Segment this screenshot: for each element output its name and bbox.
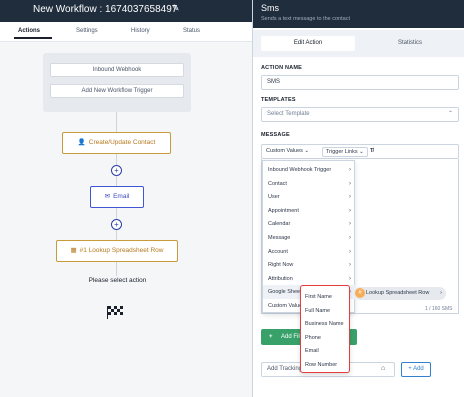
menu-item-label: Right Now — [268, 262, 294, 269]
sheet-field-item[interactable]: Full Name — [301, 304, 349, 318]
add-step-icon[interactable]: + — [111, 219, 122, 230]
char-count: 1 / 160 SMS — [425, 306, 453, 312]
sheet-field-item[interactable]: Email — [301, 344, 349, 358]
custom-values-menu-item[interactable]: Right Now › — [263, 258, 356, 272]
action-node-lookup-row[interactable]: ▦ #1 Lookup Spreadsheet Row — [56, 240, 178, 262]
connector-line — [116, 112, 117, 132]
action-name-input[interactable]: SMS — [261, 75, 459, 90]
chevron-right-icon: › — [349, 207, 351, 214]
lookup-pill-label: Lookup Spreadsheet Row — [366, 290, 430, 296]
chevron-updown-icon: ⌃ — [447, 111, 453, 117]
panel-subtitle: Sends a text message to the contact — [261, 16, 350, 22]
tab-actions[interactable]: Actions — [18, 28, 40, 34]
chevron-right-icon: › — [349, 167, 351, 173]
action-node-create-contact[interactable]: 👤 Create/Update Contact — [62, 132, 171, 154]
custom-values-menu-item[interactable]: User › — [263, 190, 356, 204]
connector-line — [116, 262, 117, 276]
node-label: Email — [113, 193, 130, 200]
chevron-right-icon: › — [440, 290, 442, 296]
workflow-title: New Workflow : 1674037658497 — [33, 4, 178, 15]
menu-item-label: User — [268, 194, 280, 201]
tab-history[interactable]: History — [131, 28, 150, 34]
tab-statistics[interactable]: Statistics — [363, 36, 457, 51]
chevron-right-icon: › — [349, 248, 351, 255]
custom-values-menu-item[interactable]: Attribution › — [263, 272, 356, 286]
template-select-value: Select Template — [267, 111, 310, 117]
workflow-tabs: Actions Settings History Status — [0, 22, 252, 42]
clear-format-icon[interactable]: T̸ — [370, 147, 373, 157]
contact-icon: 👤 — [77, 139, 86, 146]
chevron-right-icon: › — [349, 262, 351, 269]
plus-icon: + — [269, 334, 273, 340]
action-name-label: ACTION NAME — [261, 65, 303, 71]
custom-values-menu-item[interactable]: Inbound Webhook Trigger › — [263, 163, 356, 177]
sheet-field-item[interactable]: Business Name — [301, 317, 349, 331]
add-link-button[interactable]: + Add — [401, 362, 431, 377]
sheet-field-item[interactable]: Row Number — [301, 358, 349, 372]
chevron-right-icon: › — [349, 221, 351, 228]
add-trigger-button[interactable]: Add New Workflow Trigger — [50, 84, 184, 98]
spreadsheet-icon: # — [355, 288, 365, 298]
tab-settings[interactable]: Settings — [76, 28, 98, 34]
panel-title: Sms — [261, 3, 279, 13]
tab-edit-action[interactable]: Edit Action — [261, 36, 355, 51]
message-toolbar: Custom Values ⌄ Trigger Links ⌄ T̸ — [261, 144, 459, 159]
google-sheets-submenu: First Name Full Name Business Name Phone Ema… — [300, 285, 350, 373]
menu-item-label: Google Sheets — [268, 289, 305, 296]
chevron-right-icon: › — [349, 275, 351, 282]
select-action-placeholder[interactable]: Please select action — [80, 277, 155, 284]
spreadsheet-icon: ▦ — [70, 247, 77, 254]
menu-item-label: Calendar — [268, 221, 291, 228]
action-node-email[interactable]: ✉ Email — [90, 186, 144, 208]
trigger-inbound-webhook[interactable]: Inbound Webhook — [50, 63, 184, 77]
templates-label: TEMPLATES — [261, 97, 296, 103]
sheet-field-item[interactable]: Phone — [301, 331, 349, 345]
trigger-links-dropdown[interactable]: Trigger Links ⌄ — [322, 147, 368, 157]
menu-item-label: Appointment — [268, 207, 299, 214]
custom-values-menu-item[interactable]: Account › — [263, 245, 356, 259]
custom-values-menu-item[interactable]: Calendar › — [263, 217, 356, 231]
message-label: MESSAGE — [261, 132, 290, 138]
add-step-icon[interactable]: + — [111, 165, 122, 176]
tab-status[interactable]: Status — [183, 28, 200, 34]
panel-tabs: Edit Action Statistics — [253, 30, 464, 57]
custom-values-menu-item[interactable]: Appointment › — [263, 204, 356, 218]
email-icon: ✉ — [104, 193, 111, 200]
menu-item-label: Contact — [268, 180, 287, 187]
menu-item-label: Account — [268, 248, 288, 255]
tag-icon[interactable]: ⌂ — [381, 365, 385, 372]
node-label: #1 Lookup Spreadsheet Row — [79, 247, 164, 254]
node-label: Create/Update Contact — [88, 139, 156, 146]
template-select[interactable]: Select Template ⌃ — [261, 107, 459, 122]
trigger-container: Inbound Webhook Add New Workflow Trigger — [43, 53, 191, 112]
chevron-right-icon: › — [349, 194, 351, 201]
lookup-row-pill[interactable]: # Lookup Spreadsheet Row › — [354, 287, 446, 300]
edit-icon[interactable]: ✎ — [172, 3, 180, 14]
custom-values-dropdown[interactable]: Custom Values ⌄ — [266, 147, 309, 157]
workflow-header: New Workflow : 1674037658497 ✎ — [0, 0, 252, 22]
finish-flag-icon — [107, 306, 123, 319]
chevron-right-icon: › — [349, 180, 351, 187]
sheet-field-item[interactable]: First Name — [301, 290, 349, 304]
active-tab-indicator — [14, 37, 52, 39]
menu-item-label: Inbound Webhook Trigger — [268, 167, 332, 173]
chevron-right-icon: › — [349, 235, 351, 241]
panel-header: Sms Sends a text message to the contact — [253, 0, 464, 28]
menu-item-label: Attribution — [268, 275, 293, 282]
menu-item-label: Message — [268, 235, 291, 241]
custom-values-menu-item[interactable]: Contact › — [263, 177, 356, 191]
custom-values-menu-item[interactable]: Message › — [263, 231, 356, 245]
